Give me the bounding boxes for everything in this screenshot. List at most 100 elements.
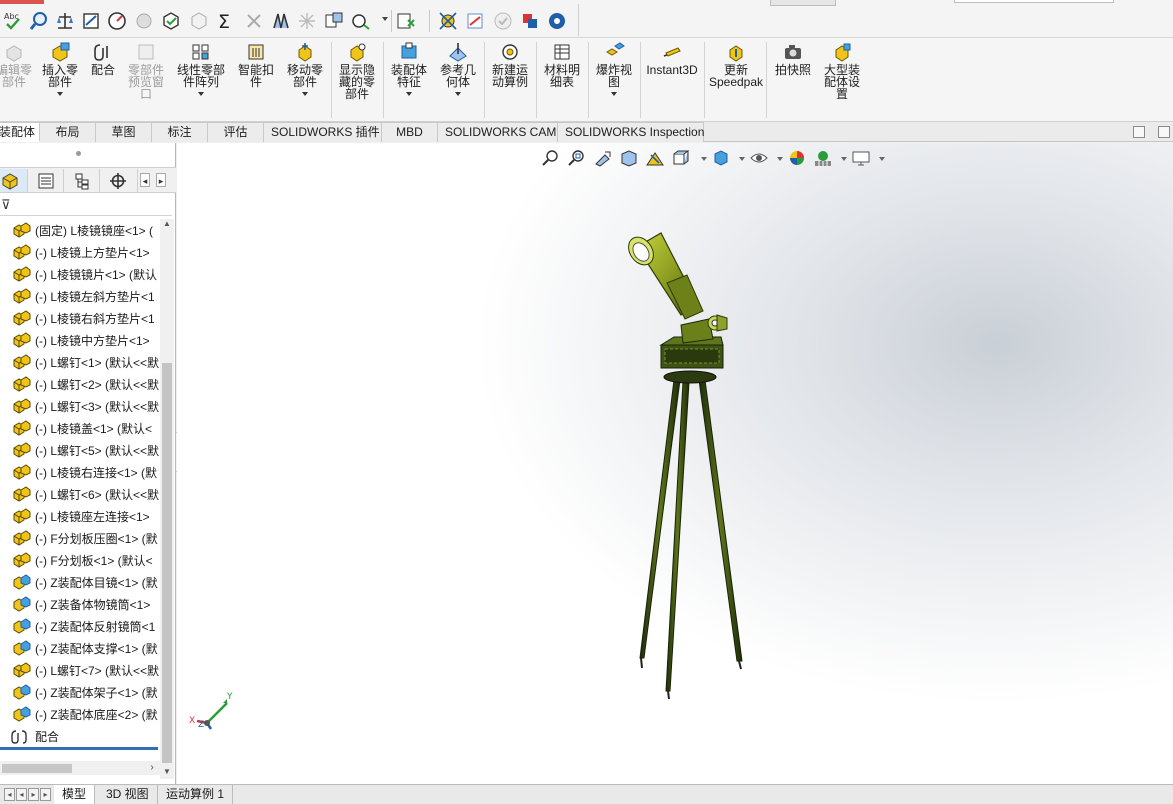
dropdown-arrow[interactable] <box>406 92 412 96</box>
panel-tabs-next[interactable]: ▸ <box>156 173 166 187</box>
tab-solidworks-inspection[interactable]: SOLIDWORKS Inspection <box>558 122 704 142</box>
tree-item[interactable]: (-) L螺钉<5> (默认<<默 <box>0 439 160 461</box>
hole-alignment-icon[interactable] <box>244 11 264 31</box>
dropdown-arrow[interactable] <box>611 92 617 96</box>
tree-item[interactable]: (-) L棱镜盖<1> (默认< <box>0 417 160 439</box>
edit-appearance-icon[interactable] <box>787 149 807 167</box>
tab-dimxpert-manager[interactable] <box>100 169 138 192</box>
assembly-visualization-icon[interactable] <box>324 11 344 31</box>
tree-item[interactable]: (-) Z装配体反射镜筒<1 <box>0 615 160 637</box>
component-preview-button[interactable]: 零部件 预览窗 口 <box>124 42 168 100</box>
tree-item[interactable]: (-) Z装配体支撑<1> (默 <box>0 637 160 659</box>
first-tab-button[interactable]: ◂ <box>4 788 15 801</box>
panel-tabs-prev[interactable]: ◂ <box>140 173 150 187</box>
tree-item[interactable]: (-) L棱镜座左连接<1> <box>0 505 160 527</box>
vertical-scrollbar[interactable]: ▲ ▼ <box>160 219 174 779</box>
design-checker-icon[interactable] <box>465 11 485 31</box>
dropdown-arrow[interactable] <box>777 157 783 161</box>
search-input[interactable] <box>954 0 1114 3</box>
tab-property-manager[interactable] <box>28 169 64 192</box>
spell-check-icon[interactable]: Abc <box>3 11 23 31</box>
filter-icon[interactable]: ⊽ <box>1 197 11 213</box>
scroll-thumb[interactable] <box>162 363 172 763</box>
move-component-button[interactable]: 移动零 部件 <box>283 42 327 96</box>
tree-item[interactable]: (-) Z装配体底座<2> (默 <box>0 703 160 725</box>
hide-show-items-icon[interactable] <box>749 149 769 167</box>
tab-markup[interactable]: 标注 <box>152 122 208 142</box>
display-style-icon[interactable] <box>711 149 731 167</box>
assembly-features-button[interactable]: 装配体 特征 <box>387 42 431 96</box>
view-orientation-icon[interactable] <box>671 149 691 167</box>
search-dropdown[interactable] <box>770 0 836 6</box>
tree-item-mates[interactable]: 配合 <box>0 725 160 747</box>
scroll-right-arrow[interactable]: › <box>146 761 158 775</box>
show-components-icon[interactable] <box>438 11 458 31</box>
show-hidden-components-button[interactable]: 显示隐 藏的零 部件 <box>335 42 379 100</box>
tab-solidworks-addins[interactable]: SOLIDWORKS 插件 <box>264 122 382 142</box>
tabs-scroll-left[interactable] <box>1133 126 1145 138</box>
mass-properties-icon[interactable] <box>55 11 75 31</box>
performance-evaluation-icon[interactable] <box>134 11 154 31</box>
tree-item[interactable]: (固定) L棱镜镜座<1> ( <box>0 219 160 241</box>
smart-fasteners-button[interactable]: 智能扣 件 <box>234 42 278 88</box>
instant3d-button[interactable]: Instant3D <box>644 42 700 76</box>
equations-icon[interactable]: Σ <box>216 11 236 31</box>
dropdown-arrow[interactable] <box>701 157 707 161</box>
scroll-thumb[interactable] <box>2 764 72 773</box>
apply-scene-icon[interactable] <box>813 149 833 167</box>
tree-item[interactable]: (-) L螺钉<3> (默认<<默 <box>0 395 160 417</box>
linear-pattern-button[interactable]: 线性零部 件阵列 <box>172 42 230 96</box>
tabs-scroll-right[interactable] <box>1158 126 1170 138</box>
edit-component-button[interactable]: 编辑零 部件 <box>0 42 34 88</box>
scroll-down-arrow[interactable]: ▼ <box>162 767 172 777</box>
new-motion-study-button[interactable]: 新建运 动算例 <box>488 42 532 88</box>
tree-item[interactable]: (-) L棱镜右斜方垫片<1 <box>0 307 160 329</box>
tab-mbd[interactable]: MBD <box>382 122 438 142</box>
dropdown-arrow[interactable] <box>57 92 63 96</box>
dropdown-arrow[interactable] <box>739 157 745 161</box>
tripod-leg[interactable] <box>698 379 743 662</box>
tree-item[interactable]: (-) L棱镜左斜方垫片<1 <box>0 285 160 307</box>
horizontal-scrollbar[interactable]: › <box>0 761 160 775</box>
sensor-icon[interactable] <box>107 11 127 31</box>
tab-configuration-manager[interactable] <box>64 169 100 192</box>
bill-of-materials-button[interactable]: 材料明 细表 <box>540 42 584 88</box>
options-gear-icon[interactable] <box>547 11 567 31</box>
tree-item[interactable]: (-) Z装配体目镜<1> (默 <box>0 571 160 593</box>
telescope-model[interactable] <box>617 223 757 703</box>
tab-feature-manager[interactable] <box>0 169 28 192</box>
tab-model[interactable]: 模型 <box>54 785 96 804</box>
scroll-up-arrow[interactable]: ▲ <box>162 219 172 229</box>
graphics-area[interactable]: Y X Z <box>177 143 1173 784</box>
color-display-icon[interactable] <box>520 11 540 31</box>
dropdown-arrow[interactable] <box>382 17 388 21</box>
rollback-bar[interactable] <box>0 747 158 750</box>
tree-item[interactable]: (-) L棱镜右连接<1> (默 <box>0 461 160 483</box>
tab-evaluate[interactable]: 评估 <box>208 122 264 142</box>
dropdown-arrow[interactable] <box>302 92 308 96</box>
dropdown-arrow[interactable] <box>198 92 204 96</box>
snapshot-button[interactable]: 拍快照 <box>770 42 816 76</box>
tree-item[interactable]: (-) F分划板压圈<1> (默 <box>0 527 160 549</box>
insert-component-button[interactable]: 插入零 部件 <box>38 42 82 96</box>
tree-item[interactable]: (-) Z装配体架子<1> (默 <box>0 681 160 703</box>
zoom-to-fit-icon[interactable] <box>541 149 561 167</box>
check-icon[interactable] <box>297 11 317 31</box>
tab-sketch[interactable]: 草图 <box>96 122 152 142</box>
tab-3d-view[interactable]: 3D 视图 <box>98 785 158 804</box>
tree-item[interactable]: (-) L螺钉<1> (默认<<默 <box>0 351 160 373</box>
section-properties-icon[interactable] <box>81 11 101 31</box>
tree-item[interactable]: (-) L棱镜上方垫片<1> <box>0 241 160 263</box>
dropdown-arrow[interactable] <box>879 157 885 161</box>
tree-item[interactable]: (-) L螺钉<2> (默认<<默 <box>0 373 160 395</box>
measure-icon[interactable] <box>29 11 49 31</box>
magnetic-lines-icon[interactable] <box>351 11 371 31</box>
zoom-to-area-icon[interactable] <box>567 149 587 167</box>
next-tab-button[interactable]: ▸ <box>28 788 39 801</box>
dynamic-annotation-icon[interactable] <box>645 149 665 167</box>
tree-item[interactable]: (-) F分划板<1> (默认< <box>0 549 160 571</box>
view-settings-icon[interactable] <box>851 149 871 167</box>
tree-item[interactable]: (-) Z装备体物镜筒<1> <box>0 593 160 615</box>
compare-documents-icon[interactable] <box>271 11 291 31</box>
tab-layout[interactable]: 布局 <box>40 122 96 142</box>
